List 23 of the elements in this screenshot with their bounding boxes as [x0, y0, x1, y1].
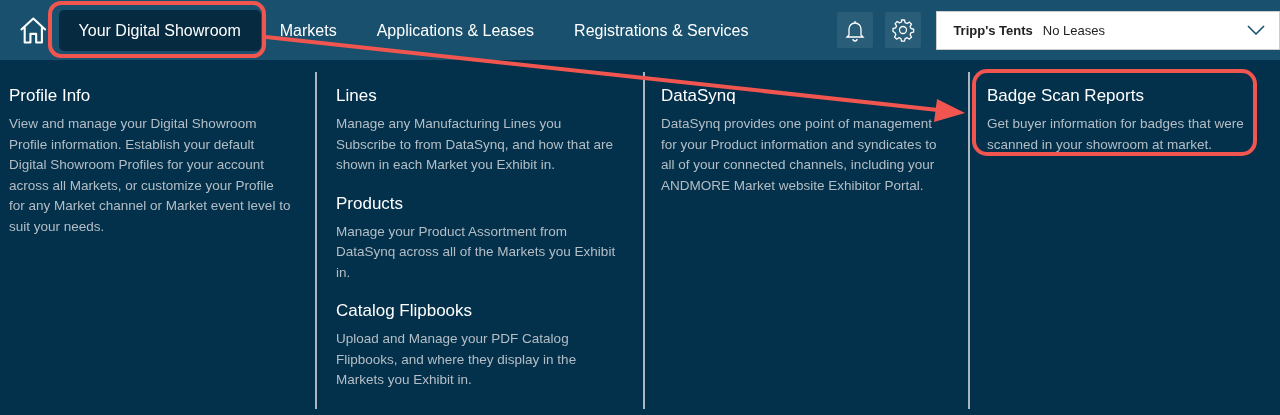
menu-description: Get buyer information for badges that were scanned in your showroom at market. — [987, 115, 1245, 154]
menu-heading[interactable]: Lines — [336, 86, 619, 106]
menu-description: Manage any Manufacturing Lines you Subscribe to from DataSynq, and how that are shown in each Market you Exhibit in. — [336, 115, 614, 174]
settings-icon[interactable] — [885, 12, 922, 48]
account-name: Tripp's Tents — [953, 22, 1033, 38]
nav-tab[interactable]: Your Digital Showroom — [58, 9, 261, 51]
account-dropdown[interactable]: Tripp's Tents No Leases — [936, 10, 1280, 50]
nav-tab[interactable]: Applications & Leases — [357, 9, 554, 51]
nav-tab[interactable]: Markets — [260, 9, 356, 51]
home-icon[interactable] — [18, 15, 49, 45]
menu-heading[interactable]: Badge Scan Reports — [987, 86, 1256, 106]
chevron-down-icon — [1247, 25, 1265, 35]
menu-description: Upload and Manage your PDF Catalog Flipbooks, and where they display in the Markets you Exhibit in. — [336, 330, 578, 389]
nav-tab[interactable]: Registrations & Services — [555, 9, 768, 51]
menu-description: View and manage your Digital Showroom Profile information. Establish your default Digital Showroom Profiles for your account across all Markets, or customize your Profile for any Market channel or Market event level to suit your needs. — [9, 115, 291, 236]
menu-heading[interactable]: Products — [336, 193, 619, 214]
menu-heading[interactable]: Catalog Flipbooks — [336, 301, 619, 321]
lease-status: No Leases — [1042, 22, 1106, 38]
menu-heading[interactable]: Profile Info — [9, 86, 291, 106]
menu-heading[interactable]: DataSynq — [661, 86, 944, 106]
menu-description: Manage your Product Assortment from DataSynq across all of the Markets you Exhibit in. — [336, 222, 617, 282]
bell-icon[interactable] — [837, 12, 874, 48]
menu-description: DataSynq provides one point of management for your Product information and syndicates to all of your connected channels, including your ANDMORE Market website Exhibitor Portal. — [661, 115, 938, 195]
